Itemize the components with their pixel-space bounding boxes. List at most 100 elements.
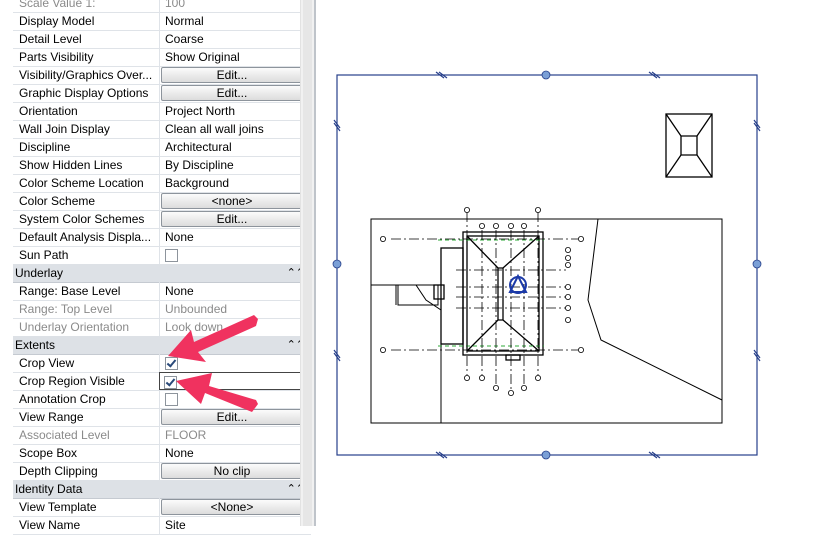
property-value[interactable]: Background: [161, 174, 315, 192]
property-value[interactable]: Normal: [161, 12, 315, 30]
property-value[interactable]: Coarse: [161, 30, 315, 48]
property-row-associated-level[interactable]: Associated Level FLOOR: [13, 426, 311, 445]
color-scheme-button[interactable]: <none>: [161, 193, 303, 209]
visibility-graphics-over-button[interactable]: Edit...: [161, 67, 303, 83]
depth-clipping-button[interactable]: No clip: [161, 463, 303, 479]
property-row-show-hidden-lines[interactable]: Show Hidden Lines By Discipline: [13, 156, 311, 175]
property-value-cell[interactable]: [161, 246, 315, 264]
crop-view-checkbox[interactable]: [165, 357, 178, 370]
drawing-canvas[interactable]: [316, 0, 828, 526]
group-header-extents[interactable]: Extents ⌃⌃: [13, 336, 311, 355]
property-value-cell[interactable]: <None>: [161, 498, 313, 516]
property-row-view-template[interactable]: View Template <None>: [13, 498, 311, 517]
property-value[interactable]: 100: [161, 0, 315, 12]
property-row-discipline[interactable]: Discipline Architectural: [13, 138, 311, 157]
property-value[interactable]: By Discipline: [161, 156, 315, 174]
grid-lines: [391, 212, 578, 390]
property-row-parts-visibility[interactable]: Parts Visibility Show Original: [13, 48, 311, 67]
property-row-view-range[interactable]: View Range Edit...: [13, 408, 311, 427]
property-row-orientation[interactable]: Orientation Project North: [13, 102, 311, 121]
sun-path-checkbox[interactable]: [165, 249, 178, 262]
property-name: Sun Path: [13, 246, 160, 264]
property-row-range-top-level[interactable]: Range: Top Level Unbounded: [13, 300, 311, 319]
property-name: Color Scheme Location: [13, 174, 160, 192]
property-row-detail-level[interactable]: Detail Level Coarse: [13, 30, 311, 49]
property-name: Graphic Display Options: [13, 84, 160, 102]
properties-panel: Scale Value 1: 100 Display Model Normal Deta…: [0, 0, 315, 535]
group-header-label: Identity Data: [15, 482, 83, 496]
property-name: Crop Region Visible: [13, 372, 160, 390]
crop-grip-top[interactable]: [541, 70, 551, 80]
property-name: Show Hidden Lines: [13, 156, 160, 174]
property-value-cell[interactable]: Edit...: [161, 210, 313, 228]
group-header-label: Underlay: [15, 266, 64, 280]
property-row-visibility-graphics-over[interactable]: Visibility/Graphics Over... Edit...: [13, 66, 311, 85]
crop-grips[interactable]: [332, 70, 762, 460]
view-template-button[interactable]: <None>: [161, 499, 303, 515]
property-name: Scope Box: [13, 444, 160, 462]
roof-view-symbol: [665, 113, 713, 178]
property-row-color-scheme[interactable]: Color Scheme <none>: [13, 192, 311, 211]
property-value[interactable]: Clean all wall joins: [161, 120, 315, 138]
property-name: Crop View: [13, 354, 160, 372]
graphic-display-options-button[interactable]: Edit...: [161, 85, 303, 101]
property-value[interactable]: None: [161, 444, 315, 462]
level-lines: [438, 239, 544, 347]
property-row-display-model[interactable]: Display Model Normal: [13, 12, 311, 31]
scrollbar-thumb[interactable]: [303, 0, 312, 526]
property-value[interactable]: Site: [161, 516, 315, 534]
property-value[interactable]: Show Original: [161, 48, 315, 66]
property-value[interactable]: FLOOR: [161, 426, 315, 444]
property-row-color-scheme-location[interactable]: Color Scheme Location Background: [13, 174, 311, 193]
crop-region-visible-checkbox[interactable]: [164, 376, 177, 389]
group-header-identity-data[interactable]: Identity Data ⌃⌃: [13, 480, 311, 499]
property-row-underlay-orientation[interactable]: Underlay Orientation Look down: [13, 318, 311, 337]
property-row-range-base-level[interactable]: Range: Base Level None: [13, 282, 311, 301]
property-name: Depth Clipping: [13, 462, 160, 480]
system-color-schemes-button[interactable]: Edit...: [161, 211, 303, 227]
property-value-cell[interactable]: Edit...: [161, 408, 313, 426]
property-value[interactable]: Look down: [161, 318, 315, 336]
property-value-cell[interactable]: Edit...: [161, 84, 313, 102]
property-name: Visibility/Graphics Over...: [13, 66, 160, 84]
property-value-cell[interactable]: [161, 354, 315, 372]
property-row-default-analysis-displa[interactable]: Default Analysis Displa... None: [13, 228, 311, 247]
property-row-sun-path[interactable]: Sun Path: [13, 246, 311, 265]
property-value[interactable]: Project North: [161, 102, 315, 120]
property-row-graphic-display-options[interactable]: Graphic Display Options Edit...: [13, 84, 311, 103]
site-plan-drawing: [332, 70, 762, 460]
property-row-system-color-schemes[interactable]: System Color Schemes Edit...: [13, 210, 311, 229]
property-row-annotation-crop[interactable]: Annotation Crop: [13, 390, 311, 409]
property-value-cell[interactable]: No clip: [161, 462, 313, 480]
property-name: Underlay Orientation: [13, 318, 160, 336]
property-value-cell[interactable]: [159, 372, 311, 390]
property-name: Display Model: [13, 12, 160, 30]
properties-scrollbar[interactable]: [300, 0, 315, 526]
property-value-cell[interactable]: [161, 390, 315, 408]
crop-grip-left[interactable]: [332, 259, 342, 269]
property-row-scope-box[interactable]: Scope Box None: [13, 444, 311, 463]
property-name: Annotation Crop: [13, 390, 160, 408]
crop-grip-bottom[interactable]: [541, 450, 551, 460]
view-range-button[interactable]: Edit...: [161, 409, 303, 425]
property-name: View Name: [13, 516, 160, 534]
property-row-wall-join-display[interactable]: Wall Join Display Clean all wall joins: [13, 120, 311, 139]
property-value[interactable]: None: [161, 228, 315, 246]
property-value[interactable]: Unbounded: [161, 300, 315, 318]
property-row-crop-region-visible[interactable]: Crop Region Visible: [13, 372, 311, 391]
property-name: Default Analysis Displa...: [13, 228, 160, 246]
property-row-depth-clipping[interactable]: Depth Clipping No clip: [13, 462, 311, 481]
property-value[interactable]: Architectural: [161, 138, 315, 156]
crop-grip-right[interactable]: [752, 259, 762, 269]
property-name: Range: Base Level: [13, 282, 160, 300]
property-value-cell[interactable]: <none>: [161, 192, 313, 210]
group-header-underlay[interactable]: Underlay ⌃⌃: [13, 264, 311, 283]
property-name: Discipline: [13, 138, 160, 156]
property-value-cell[interactable]: Edit...: [161, 66, 313, 84]
crop-region-boundary[interactable]: [336, 74, 758, 456]
property-name: System Color Schemes: [13, 210, 160, 228]
annotation-crop-checkbox[interactable]: [165, 393, 178, 406]
property-row-crop-view[interactable]: Crop View: [13, 354, 311, 373]
property-value[interactable]: None: [161, 282, 315, 300]
compass-icon[interactable]: [508, 273, 528, 294]
